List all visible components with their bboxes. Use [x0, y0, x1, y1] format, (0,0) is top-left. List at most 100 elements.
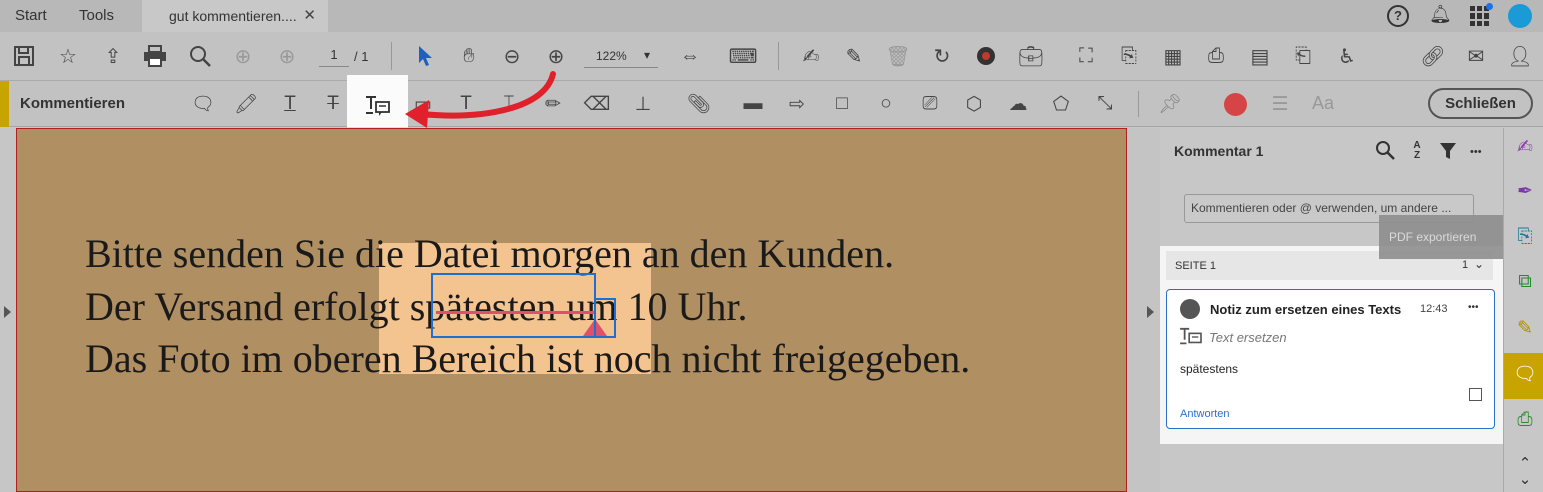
zoom-in-icon[interactable]: ⊕	[542, 42, 570, 70]
help-icon[interactable]: ?	[1387, 5, 1409, 27]
rectangle-icon[interactable]: □	[829, 91, 855, 117]
tab-document-label: gut kommentieren....	[169, 8, 297, 24]
zoom-out-icon[interactable]: ⊖	[498, 42, 526, 70]
page-down-icon[interactable]: ⊕	[273, 42, 301, 70]
close-comment-button[interactable]: Schließen	[1428, 88, 1533, 119]
panel-title: Kommentar 1	[1174, 143, 1264, 159]
fill-sign-icon[interactable]: ✒︎	[1512, 178, 1538, 204]
document-line-1: Bitte senden Sie die Datei morgen an den…	[85, 231, 895, 276]
comment-toolbar: Kommentieren 🗨︎ 🖍︎ T T ▭ T ⌶ ✏︎ ⌫ ⊥ 📎︎ ▬…	[0, 81, 1543, 127]
search-icon[interactable]	[1375, 140, 1395, 165]
sort-icon[interactable]: A Z	[1411, 141, 1423, 161]
select-cursor-icon[interactable]	[411, 42, 439, 70]
vertical-scrollbar[interactable]	[1127, 128, 1141, 492]
divider	[778, 42, 779, 70]
user-add-icon[interactable]: 👤︎	[1506, 42, 1534, 70]
polyline-icon[interactable]: ⬠	[1048, 91, 1074, 117]
file-protect-icon[interactable]: ⎗	[1289, 42, 1317, 70]
tab-start[interactable]: Start	[15, 0, 47, 32]
share-link-icon[interactable]: 🔗︎	[1419, 42, 1447, 70]
cloud-icon[interactable]: ☁︎	[1005, 91, 1031, 117]
selected-annotation[interactable]	[431, 273, 596, 338]
page-up-icon[interactable]: ⊕	[229, 42, 257, 70]
expand-icon[interactable]: ⤡	[1092, 91, 1118, 117]
comment-rail-icon[interactable]: 🗨︎	[1512, 361, 1538, 387]
eraser-icon[interactable]: ⌫	[584, 91, 611, 117]
comment-time: 12:43	[1420, 303, 1448, 315]
divider	[391, 42, 392, 70]
stamp-icon[interactable]: ▦	[1159, 42, 1187, 70]
reply-link[interactable]: Antworten	[1180, 408, 1230, 420]
highlighter-icon[interactable]: 🖍︎	[233, 91, 259, 117]
print-preview-icon[interactable]: ⎙	[1202, 42, 1230, 70]
compress-icon[interactable]: ▤	[1246, 42, 1274, 70]
tab-document[interactable]: gut kommentieren.... ✕	[142, 0, 328, 32]
font-style-icon[interactable]: Aa	[1312, 93, 1334, 114]
chevron-down-icon[interactable]: ⌄	[1474, 257, 1484, 271]
export-icon[interactable]: ⎘	[1115, 42, 1143, 70]
account-avatar[interactable]	[1508, 4, 1532, 28]
tab-tools[interactable]: Tools	[79, 0, 114, 32]
strikethrough-text-icon[interactable]: T	[320, 91, 346, 117]
zoom-search-icon[interactable]	[186, 42, 214, 70]
collapse-panel-icon[interactable]	[1147, 306, 1154, 318]
arrow-icon[interactable]: ⇨	[784, 91, 810, 117]
document-line-2: Der Versand erfolgt spätesten um 10 Uhr.	[85, 284, 748, 329]
scroll-mode-icon[interactable]: ⌨	[729, 42, 758, 70]
rotate-icon[interactable]: ↻	[928, 42, 956, 70]
request-signature-icon[interactable]: ✍︎	[1512, 134, 1538, 160]
mail-icon[interactable]: ✉	[1462, 42, 1490, 70]
scan-icon[interactable]: ⛶	[1072, 42, 1100, 70]
notification-dot-icon	[1486, 3, 1493, 10]
more-options-icon[interactable]: •••	[1470, 146, 1482, 158]
stamp-tool-icon[interactable]: ⊥	[630, 91, 656, 117]
save-icon[interactable]	[10, 42, 38, 70]
page-section-count: 1	[1462, 259, 1469, 271]
left-collapse-strip[interactable]	[0, 128, 16, 492]
bell-icon[interactable]: 🔔︎	[1429, 4, 1452, 25]
star-icon[interactable]: ☆	[54, 42, 82, 70]
line-width-icon[interactable]: ☰	[1267, 91, 1293, 117]
comment-card[interactable]: Notiz zum ersetzen eines Texts 12:43 •••…	[1166, 289, 1495, 429]
author-avatar	[1180, 299, 1200, 319]
replace-text-icon	[1180, 327, 1202, 345]
sticky-note-icon[interactable]: 🗨︎	[190, 91, 216, 117]
oval-icon[interactable]: ○	[873, 91, 899, 117]
edit-pdf-rail-icon[interactable]: ✎	[1512, 315, 1538, 341]
underline-text-icon[interactable]: T	[277, 91, 303, 117]
briefcase-icon[interactable]: 💼︎	[1017, 42, 1045, 70]
delete-icon[interactable]: 🗑︎	[884, 42, 912, 70]
comment-type: Text ersetzen	[1209, 330, 1287, 345]
color-picker-icon[interactable]	[1224, 93, 1247, 116]
expand-left-icon[interactable]	[4, 306, 11, 318]
close-tab-icon[interactable]: ✕	[303, 0, 316, 32]
upload-icon[interactable]: ⇪	[99, 42, 127, 70]
accent-bar	[0, 81, 9, 127]
zoom-select[interactable]: 122% ▾	[584, 44, 658, 68]
status-checkbox[interactable]	[1469, 388, 1482, 401]
polygon-icon[interactable]: ⬡	[961, 91, 987, 117]
scan-ocr-icon[interactable]: ⎙	[1512, 407, 1538, 433]
print-icon[interactable]	[141, 42, 169, 70]
callout-icon[interactable]: ⎚	[917, 91, 943, 117]
comment-more-icon[interactable]: •••	[1468, 302, 1479, 313]
redact-icon[interactable]	[972, 42, 1000, 70]
attach-icon[interactable]: 📎︎	[686, 91, 712, 117]
panel-collapse-strip[interactable]	[1141, 128, 1160, 492]
tab-bar: Start Tools gut kommentieren.... ✕ ? 🔔︎	[0, 0, 1543, 32]
selected-annotation-tab	[594, 298, 616, 338]
sign-icon[interactable]: ✍︎	[797, 42, 825, 70]
comment-title: Notiz zum ersetzen eines Texts	[1210, 302, 1402, 317]
line-icon[interactable]: ▬	[740, 91, 766, 117]
pin-icon[interactable]: 📌︎	[1157, 91, 1183, 117]
page-number-input[interactable]: 1	[319, 47, 349, 67]
annotation-arrow-icon	[405, 71, 556, 128]
chevron-down-icon[interactable]: ⌄	[1512, 466, 1538, 492]
organize-pages-icon[interactable]: ⧉	[1512, 269, 1538, 295]
edit-pdf-icon[interactable]: ✎	[840, 42, 868, 70]
accessibility-icon[interactable]: ♿︎	[1333, 42, 1361, 70]
hand-icon[interactable]: ✋︎	[455, 42, 483, 70]
page-fit-icon[interactable]: ⇔	[676, 42, 704, 70]
filter-icon[interactable]	[1439, 142, 1457, 165]
export-pdf-icon[interactable]: ⎘	[1512, 224, 1538, 250]
